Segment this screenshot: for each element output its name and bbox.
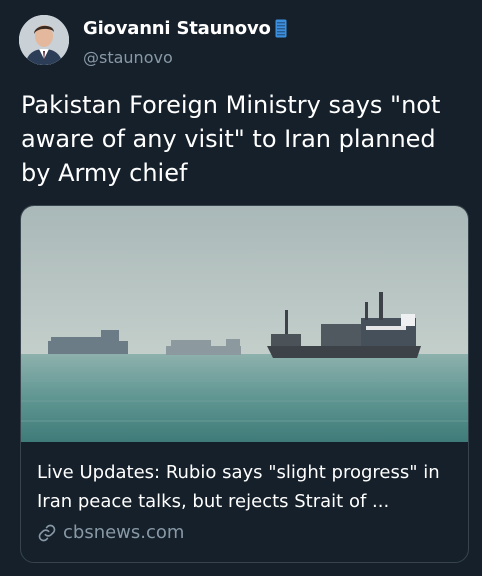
ships-at-sea-photo-icon xyxy=(21,206,468,442)
avatar[interactable] xyxy=(19,15,69,65)
tweet-text: Pakistan Foreign Ministry says "not awar… xyxy=(21,91,441,187)
link-preview-card[interactable]: Live Updates: Rubio says "slight progres… xyxy=(20,205,469,563)
card-domain[interactable]: cbsnews.com xyxy=(37,522,184,543)
tweet[interactable]: Giovanni Staunovo @staunovo Pakistan For… xyxy=(0,0,482,576)
link-icon xyxy=(37,523,57,543)
author-display-name[interactable]: Giovanni Staunovo xyxy=(83,18,271,39)
card-domain-text: cbsnews.com xyxy=(63,522,185,543)
card-image[interactable] xyxy=(21,206,468,442)
author-name-row[interactable]: Giovanni Staunovo xyxy=(83,18,287,39)
author-handle[interactable]: @staunovo xyxy=(83,48,173,67)
profile-photo-icon xyxy=(19,15,69,65)
card-title[interactable]: Live Updates: Rubio says "slight progres… xyxy=(37,458,457,516)
smartphone-badge-icon xyxy=(275,19,287,38)
